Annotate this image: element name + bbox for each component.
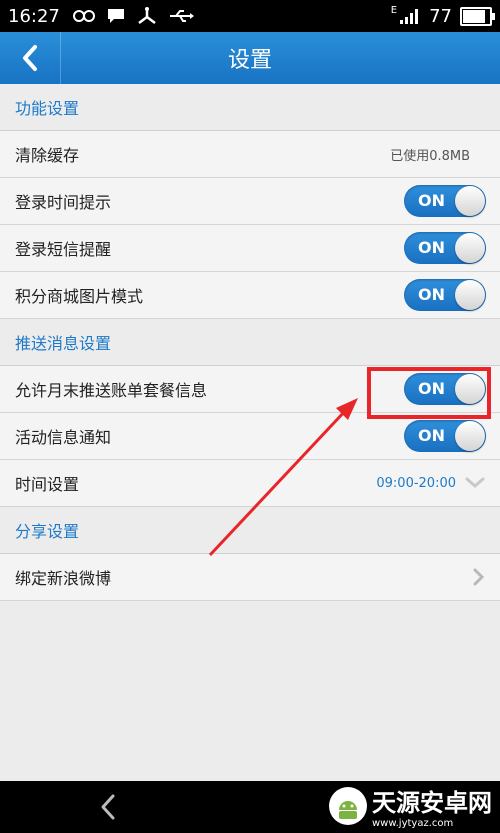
annotation-highlight-box (367, 367, 491, 419)
toggle-state: ON (418, 426, 445, 445)
usb-icon (169, 10, 194, 22)
android-logo-icon (329, 787, 367, 825)
login-time-alert-row: 登录时间提示 ON (0, 178, 500, 225)
clear-cache-row[interactable]: 清除缓存 已使用0.8MB (0, 131, 500, 178)
toggle-state: ON (418, 285, 445, 304)
points-mall-image-mode-toggle[interactable]: ON (404, 279, 486, 311)
row-label: 积分商城图片模式 (15, 287, 144, 306)
row-label: 允许月末推送账单套餐信息 (15, 381, 208, 400)
row-label: 清除缓存 (15, 146, 80, 165)
toggle-state: ON (418, 238, 445, 257)
row-label: 登录短信提醒 (15, 240, 112, 259)
watermark: 天源安卓网 www.jytyaz.com (328, 783, 492, 829)
watermark-url: www.jytyaz.com (372, 818, 454, 829)
login-sms-alert-toggle[interactable]: ON (404, 232, 486, 264)
battery-icon (460, 6, 495, 26)
time-range-value: 09:00-20:00 (376, 475, 456, 491)
points-mall-image-mode-row: 积分商城图片模式 ON (0, 272, 500, 319)
row-label: 活动信息通知 (15, 428, 112, 447)
title-bar: 设置 (0, 32, 500, 84)
toggle-knob (455, 280, 485, 310)
activity-notification-row: 活动信息通知 ON (0, 413, 500, 460)
message-icon (107, 9, 124, 23)
row-label: 时间设置 (15, 475, 80, 494)
status-bar: 16:27 E 77 (0, 0, 500, 32)
infinity-icon (72, 10, 95, 22)
signal-icon (400, 9, 419, 24)
section-header-function: 功能设置 (0, 84, 500, 131)
back-nav-icon[interactable] (98, 793, 118, 821)
status-time: 16:27 (8, 5, 60, 27)
watermark-name: 天源安卓网 (372, 789, 492, 817)
section-header-push: 推送消息设置 (0, 319, 500, 366)
time-setting-row[interactable]: 时间设置 09:00-20:00 (0, 460, 500, 507)
toggle-knob (455, 421, 485, 451)
login-time-alert-toggle[interactable]: ON (404, 185, 486, 217)
back-button[interactable] (0, 32, 61, 84)
network-type-label: E (390, 5, 398, 16)
login-sms-alert-row: 登录短信提醒 ON (0, 225, 500, 272)
battery-percent: 77 (429, 5, 452, 27)
row-label: 登录时间提示 (15, 193, 112, 212)
cache-usage-value: 已使用0.8MB (390, 148, 470, 164)
page-title: 设置 (227, 48, 272, 73)
chevron-down-icon (465, 477, 485, 488)
section-header-share: 分享设置 (0, 507, 500, 554)
toggle-state: ON (418, 191, 445, 210)
toggle-knob (455, 233, 485, 263)
usb-debug-icon (138, 7, 156, 24)
chevron-right-icon (473, 568, 485, 586)
bind-sina-weibo-row[interactable]: 绑定新浪微博 (0, 554, 500, 601)
chevron-left-icon (23, 45, 37, 71)
settings-list: 功能设置 清除缓存 已使用0.8MB 登录时间提示 ON 登录短信提醒 ON 积… (0, 84, 500, 601)
row-label: 绑定新浪微博 (15, 569, 112, 588)
navigation-bar: 天源安卓网 www.jytyaz.com (0, 781, 500, 833)
activity-notification-toggle[interactable]: ON (404, 420, 486, 452)
toggle-knob (455, 186, 485, 216)
